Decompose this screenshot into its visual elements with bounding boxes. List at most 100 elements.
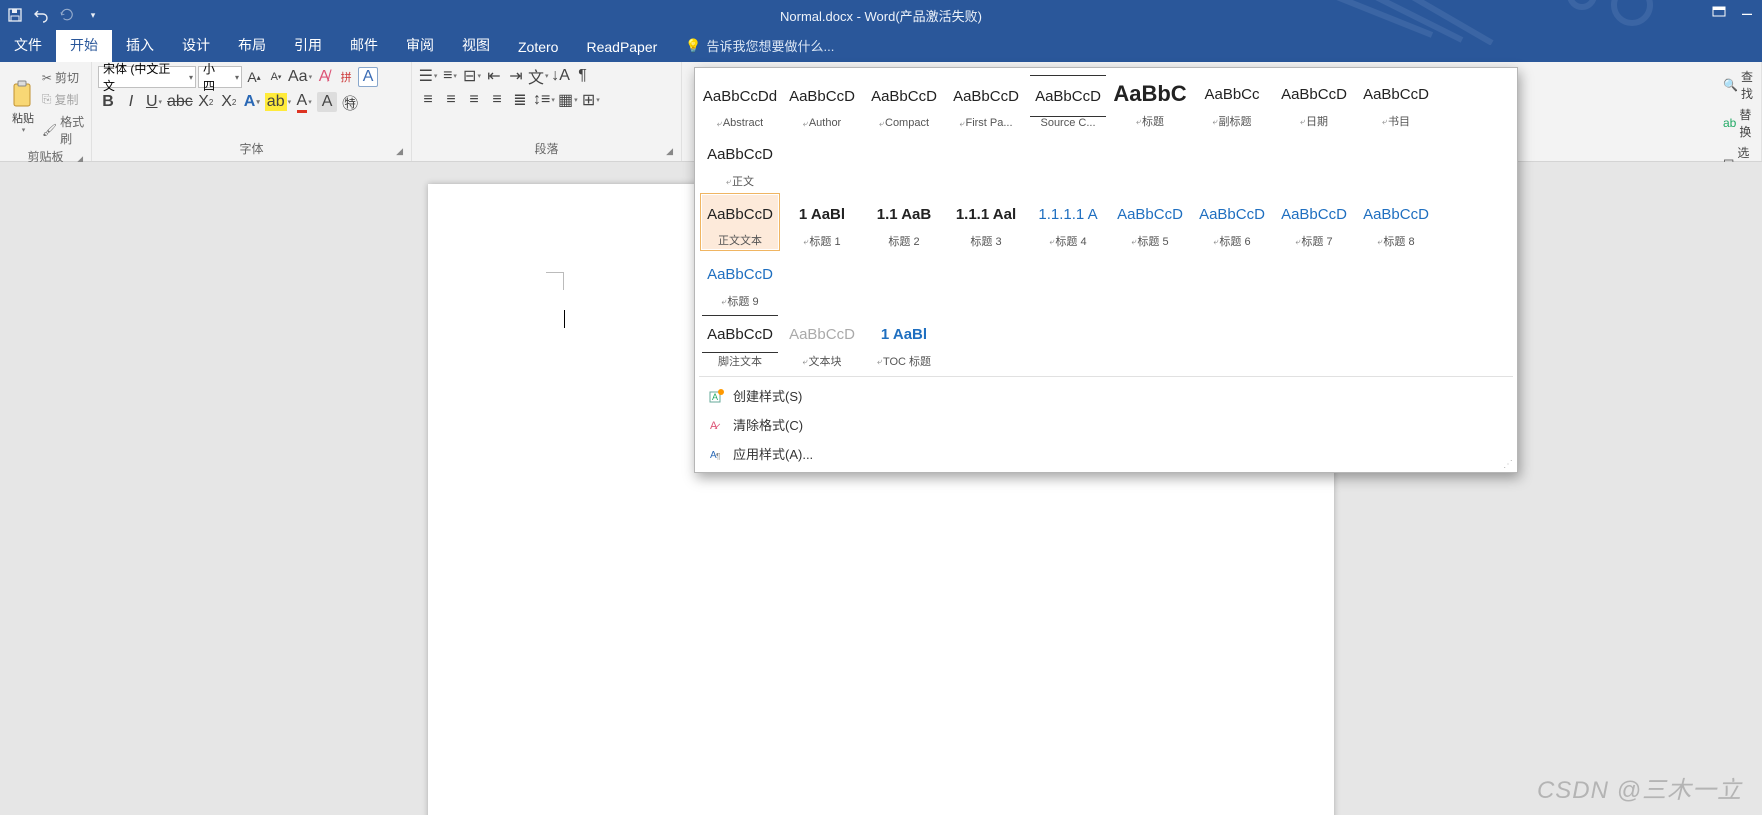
multilevel-list-button[interactable]: ⊟▾ [462, 66, 482, 86]
redo-icon[interactable] [58, 6, 76, 24]
create-style-action[interactable]: A 创建样式(S) [699, 381, 1513, 410]
style-item--[interactable]: AaBbC⤶标题 [1110, 73, 1190, 131]
superscript-button[interactable]: X2 [219, 92, 239, 112]
style-item--[interactable]: AaBbCcD脚注文本 [700, 313, 780, 371]
change-case-button[interactable]: Aa▾ [288, 67, 312, 87]
style-item--1[interactable]: 1 AaBl⤶标题 1 [782, 193, 862, 251]
line-spacing-button[interactable]: ↕≡▾ [533, 90, 555, 110]
tab-readpaper[interactable]: ReadPaper [572, 33, 671, 62]
dialog-launcher-icon[interactable]: ◢ [666, 146, 673, 157]
style-item--6[interactable]: AaBbCcD⤶标题 6 [1192, 193, 1272, 251]
tab-home[interactable]: 开始 [56, 29, 112, 62]
bullets-button[interactable]: ☰▾ [418, 66, 438, 86]
font-color-button[interactable]: A▾ [294, 92, 314, 112]
underline-button[interactable]: U▾ [144, 92, 164, 112]
style-item--3[interactable]: 1.1.1 Aal标题 3 [946, 193, 1026, 251]
find-button[interactable]: 🔍查找 [1722, 66, 1755, 104]
distributed-button[interactable]: ≣ [510, 90, 530, 110]
paste-button[interactable]: 粘贴 ▾ [6, 66, 40, 148]
style-item--2[interactable]: 1.1 AaB标题 2 [864, 193, 944, 251]
style-item--[interactable]: AaBbCcD⤶日期 [1274, 73, 1354, 131]
style-preview: AaBbC [1112, 75, 1188, 113]
style-item--7[interactable]: AaBbCcD⤶标题 7 [1274, 193, 1354, 251]
show-hide-button[interactable]: ¶ [573, 66, 593, 86]
apply-style-action[interactable]: A¶ 应用样式(A)... [699, 439, 1513, 468]
style-item--[interactable]: AaBbCcD⤶文本块 [782, 313, 862, 371]
style-item--[interactable]: AaBbCc⤶副标题 [1192, 73, 1272, 131]
highlight-button[interactable]: ab▾ [265, 92, 291, 112]
style-item-abstract[interactable]: AaBbCcDd⤶Abstract [700, 73, 780, 131]
strikethrough-button[interactable]: abc [167, 92, 193, 112]
style-name-label: ⤶标题 7 [1295, 233, 1332, 249]
separator [699, 376, 1513, 377]
borders-button[interactable]: ⊞▾ [581, 90, 601, 110]
watermark: CSDN @三木一立 [1537, 770, 1742, 805]
copy-button[interactable]: ⎘复制 [40, 90, 98, 109]
asian-layout-button[interactable]: 文▾ [528, 66, 549, 86]
style-item-compact[interactable]: AaBbCcD⤶Compact [864, 73, 944, 131]
font-name-combo[interactable]: 宋体 (中文正文▾ [98, 66, 196, 88]
align-right-button[interactable]: ≡ [464, 90, 484, 110]
resize-grip-icon[interactable]: ⋰ [1503, 459, 1513, 470]
tell-me-search[interactable]: 💡 告诉我您想要做什么... [671, 30, 848, 62]
svg-text:¶: ¶ [716, 452, 720, 461]
tab-view[interactable]: 视图 [448, 29, 504, 62]
tab-mailings[interactable]: 邮件 [336, 29, 392, 62]
quick-access-toolbar: ▾ [0, 6, 102, 24]
dialog-launcher-icon[interactable]: ◢ [396, 146, 403, 157]
style-item--[interactable]: AaBbCcD⤶书目 [1356, 73, 1436, 131]
shrink-font-button[interactable]: A▾ [266, 67, 286, 87]
justify-button[interactable]: ≡ [487, 90, 507, 110]
format-painter-button[interactable]: 🖌格式刷 [40, 112, 98, 148]
document-title: Normal.docx - Word(产品激活失败) [780, 6, 982, 25]
tab-insert[interactable]: 插入 [112, 29, 168, 62]
grow-font-button[interactable]: A▴ [244, 67, 264, 87]
align-left-button[interactable]: ≡ [418, 90, 438, 110]
ribbon-options-icon[interactable] [1710, 4, 1728, 22]
font-size-combo[interactable]: 小四▾ [198, 66, 242, 88]
style-preview: 1 AaBl [784, 195, 860, 233]
style-item--[interactable]: AaBbCcD⤶正文 [700, 133, 780, 191]
text-effects-button[interactable]: A▾ [242, 92, 262, 112]
bold-button[interactable]: B [98, 92, 118, 112]
style-item-first-pa-[interactable]: AaBbCcD⤶First Pa... [946, 73, 1026, 131]
tab-references[interactable]: 引用 [280, 29, 336, 62]
cut-button[interactable]: ✂剪切 [40, 68, 98, 87]
style-item--9[interactable]: AaBbCcD⤶标题 9 [700, 253, 780, 311]
style-item--8[interactable]: AaBbCcD⤶标题 8 [1356, 193, 1436, 251]
sort-button[interactable]: ↓A [551, 66, 571, 86]
style-preview: AaBbCcD [866, 75, 942, 117]
align-center-button[interactable]: ≡ [441, 90, 461, 110]
style-item-toc-[interactable]: 1 AaBl⤶TOC 标题 [864, 313, 944, 371]
tab-zotero[interactable]: Zotero [504, 33, 572, 62]
style-item--4[interactable]: 1.1.1.1 A⤶标题 4 [1028, 193, 1108, 251]
save-icon[interactable] [6, 6, 24, 24]
increase-indent-button[interactable]: ⇥ [506, 66, 526, 86]
character-border-button[interactable]: A [358, 67, 378, 87]
italic-button[interactable]: I [121, 92, 141, 112]
style-preview: AaBbCcD [703, 196, 777, 232]
style-item-source-c-[interactable]: AaBbCcDSource C... [1028, 73, 1108, 131]
style-item-author[interactable]: AaBbCcD⤶Author [782, 73, 862, 131]
qat-customize-icon[interactable]: ▾ [84, 6, 102, 24]
subscript-button[interactable]: X2 [196, 92, 216, 112]
decrease-indent-button[interactable]: ⇤ [484, 66, 504, 86]
clear-formatting-button[interactable]: A̸ [314, 67, 334, 87]
tab-design[interactable]: 设计 [168, 29, 224, 62]
style-item--5[interactable]: AaBbCcD⤶标题 5 [1110, 193, 1190, 251]
tab-layout[interactable]: 布局 [224, 29, 280, 62]
style-item--[interactable]: AaBbCcD正文文本 [700, 193, 780, 251]
character-shading-button[interactable]: A [317, 92, 337, 112]
style-preview: AaBbCcD [1112, 195, 1188, 233]
minimize-icon[interactable]: ‒ [1738, 4, 1756, 22]
clear-format-action[interactable]: A̷ 清除格式(C) [699, 410, 1513, 439]
style-preview: 1.1 AaB [866, 195, 942, 233]
replace-button[interactable]: ab替换 [1722, 104, 1755, 142]
tab-file[interactable]: 文件 [0, 29, 56, 62]
shading-button[interactable]: ▦▾ [558, 90, 578, 110]
phonetic-guide-button[interactable]: 拼 [336, 67, 356, 87]
enclose-characters-button[interactable]: ㊕ [340, 92, 360, 112]
undo-icon[interactable] [32, 6, 50, 24]
tab-review[interactable]: 审阅 [392, 29, 448, 62]
numbering-button[interactable]: ≡▾ [440, 66, 460, 86]
